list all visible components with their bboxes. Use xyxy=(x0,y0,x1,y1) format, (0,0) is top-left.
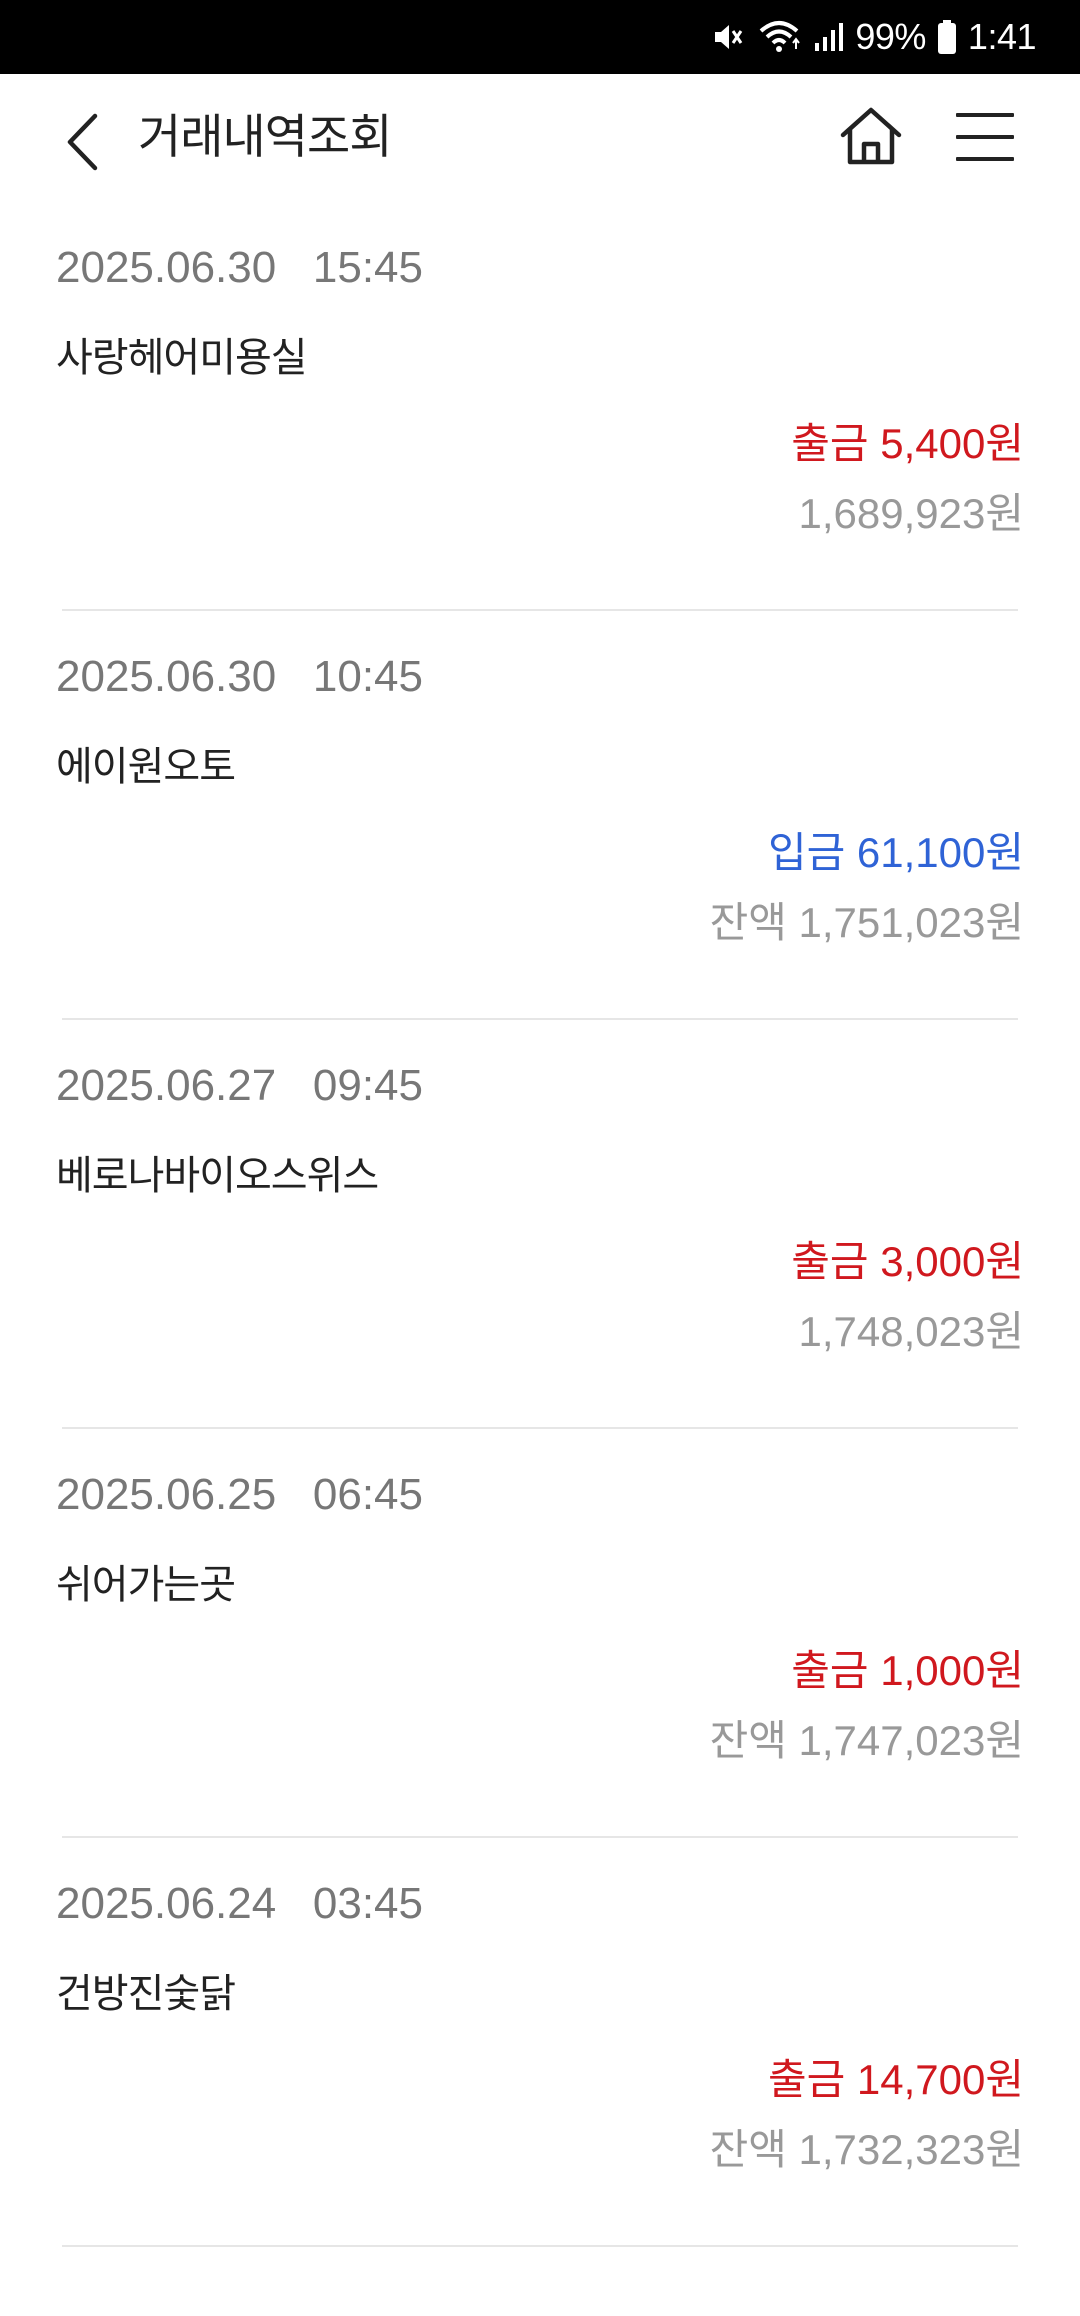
battery-icon xyxy=(937,20,956,54)
transaction-merchant: 건방진숯닭 xyxy=(56,1971,236,2017)
hamburger-menu-icon xyxy=(956,113,1014,161)
transaction-datetime: 2025.06.27 09:45 xyxy=(56,1061,423,1110)
status-icons: 99% 1:41 xyxy=(711,0,1037,74)
transaction-item[interactable]: 2025.06.27 09:45 베로나바이오스위스 출금 3,000원 1,7… xyxy=(0,1020,1080,1429)
transaction-item[interactable]: 2025.06.25 06:45 쉬어가는곳 출금 1,000원 잔액 1,74… xyxy=(0,1429,1080,1838)
transaction-amount: 출금 5,400원 xyxy=(791,420,1024,467)
transaction-datetime: 2025.06.30 10:45 xyxy=(56,652,423,701)
page-title: 거래내역조회 xyxy=(138,110,392,165)
menu-button[interactable] xyxy=(954,110,1016,164)
transaction-datetime: 2025.06.25 06:45 xyxy=(56,1470,423,1519)
status-bar: 99% 1:41 xyxy=(0,0,1080,74)
transaction-amount: 출금 3,000원 xyxy=(791,1238,1024,1285)
transaction-amount: 출금 14,700원 xyxy=(767,2056,1024,2103)
transaction-merchant: 베로나바이오스위스 xyxy=(56,1153,379,1199)
status-time: 1:41 xyxy=(967,16,1037,57)
transaction-list: 2025.06.30 15:45 사랑헤어미용실 출금 5,400원 1,689… xyxy=(0,202,1080,2247)
transaction-balance: 잔액 1,747,023원 xyxy=(709,1717,1024,1764)
divider xyxy=(62,2245,1018,2247)
mute-vibrate-icon xyxy=(711,20,745,54)
transaction-balance: 잔액 1,751,023원 xyxy=(709,899,1024,946)
back-button[interactable] xyxy=(56,110,108,174)
app-header: 거래내역조회 xyxy=(0,74,1080,202)
transaction-datetime: 2025.06.24 03:45 xyxy=(56,1879,423,1928)
transaction-balance: 잔액 1,732,323원 xyxy=(709,2126,1024,2173)
transaction-merchant: 사랑헤어미용실 xyxy=(56,335,308,381)
transaction-item[interactable]: 2025.06.24 03:45 건방진숯닭 출금 14,700원 잔액 1,7… xyxy=(0,1838,1080,2247)
transaction-item[interactable]: 2025.06.30 15:45 사랑헤어미용실 출금 5,400원 1,689… xyxy=(0,202,1080,611)
transaction-amount: 입금 61,100원 xyxy=(767,829,1024,876)
transaction-balance: 1,689,923원 xyxy=(798,490,1025,537)
transaction-datetime: 2025.06.30 15:45 xyxy=(56,243,423,292)
signal-icon xyxy=(813,21,844,53)
transaction-item[interactable]: 2025.06.30 10:45 에이원오토 입금 61,100원 잔액 1,7… xyxy=(0,611,1080,1020)
transaction-merchant: 에이원오토 xyxy=(56,744,236,790)
transaction-amount: 출금 1,000원 xyxy=(791,1647,1024,1694)
home-icon xyxy=(840,107,902,165)
transaction-merchant: 쉬어가는곳 xyxy=(56,1562,236,1608)
home-button[interactable] xyxy=(838,104,904,170)
battery-percent: 99% xyxy=(855,16,926,57)
transaction-balance: 1,748,023원 xyxy=(798,1308,1025,1355)
back-chevron-icon xyxy=(67,113,98,171)
wifi-icon xyxy=(757,19,801,55)
